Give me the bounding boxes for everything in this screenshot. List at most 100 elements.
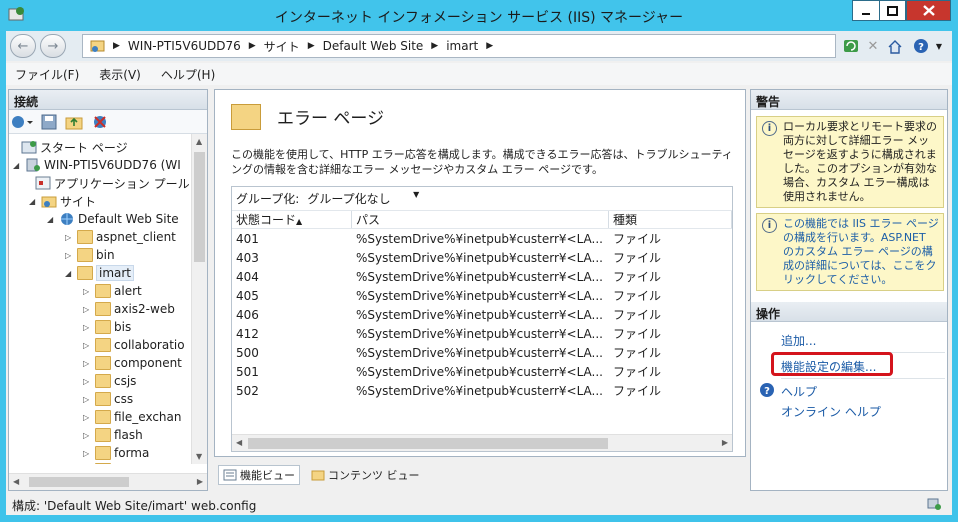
tree-horizontal-scrollbar[interactable]: ◀ ▶ — [9, 473, 207, 490]
scroll-down-icon[interactable]: ▼ — [196, 452, 202, 461]
column-header-status-code[interactable]: 状態コード▲ — [232, 211, 352, 228]
tree-item[interactable]: ▷ axis2-web — [83, 300, 175, 318]
expand-icon[interactable]: ▷ — [83, 323, 93, 332]
expand-icon[interactable]: ▷ — [83, 305, 93, 314]
tree-item[interactable]: ▷ file_exchan — [83, 408, 182, 426]
folder-icon — [95, 392, 111, 406]
tree-item[interactable]: ▷ bin — [65, 246, 115, 264]
divider — [781, 378, 945, 379]
collapse-icon[interactable]: ◢ — [65, 269, 75, 278]
tree-item[interactable]: ▷ csjs — [83, 372, 136, 390]
tree-item-selected[interactable]: ◢ imart — [65, 264, 135, 282]
expand-icon[interactable]: ▷ — [83, 449, 93, 458]
connect-icon[interactable] — [11, 114, 33, 130]
add-link[interactable]: 追加... — [781, 332, 816, 349]
stop-icon[interactable]: ✕ — [864, 37, 882, 55]
expand-icon[interactable]: ▷ — [83, 377, 93, 386]
expand-icon[interactable]: ▷ — [83, 431, 93, 440]
tree-item[interactable]: アプリケーション プール — [35, 174, 190, 192]
tree-item[interactable]: ▷ alert — [83, 282, 142, 300]
minimize-button[interactable] — [852, 0, 879, 21]
back-button[interactable]: ← — [10, 34, 36, 58]
refresh-icon[interactable] — [842, 37, 860, 55]
tree-item[interactable]: ▷ aspnet_client — [65, 228, 176, 246]
tree-item[interactable]: ▷ component — [83, 354, 182, 372]
up-folder-icon[interactable] — [65, 114, 83, 130]
scrollbar-thumb[interactable] — [248, 438, 608, 449]
scrollbar-thumb[interactable] — [194, 152, 205, 262]
table-row[interactable]: 403 %SystemDrive%¥inetpub¥custerr¥<LA... フ… — [232, 248, 732, 267]
menu-view[interactable]: 表示(V) — [99, 66, 141, 83]
menu-file[interactable]: ファイル(F) — [15, 66, 79, 83]
table-row[interactable]: 404 %SystemDrive%¥inetpub¥custerr¥<LA... フ… — [232, 267, 732, 286]
table-row[interactable]: 406 %SystemDrive%¥inetpub¥custerr¥<LA... フ… — [232, 305, 732, 324]
expand-icon[interactable]: ▷ — [83, 287, 93, 296]
scroll-left-icon[interactable]: ◀ — [13, 477, 19, 486]
groupby-select[interactable]: グループ化なし ▼ — [307, 190, 419, 207]
tree-item[interactable]: ◢ Default Web Site — [47, 210, 179, 228]
scroll-up-icon[interactable]: ▲ — [196, 137, 202, 146]
alert-aspnet-link[interactable]: i この機能では IIS エラー ページの構成を行います。ASP.NET のカス… — [756, 213, 944, 291]
help-link[interactable]: ヘルプ — [781, 383, 817, 400]
help-dropdown-icon[interactable]: ▼ — [930, 37, 948, 55]
tree-item[interactable]: ▷ css — [83, 390, 133, 408]
save-icon[interactable] — [41, 114, 57, 130]
title-bar: インターネット インフォメーション サービス (IIS) マネージャー — [0, 0, 958, 31]
expand-icon[interactable]: ▷ — [83, 413, 93, 422]
tree-item[interactable]: ◢ サイト — [29, 192, 96, 210]
table-row[interactable]: 405 %SystemDrive%¥inetpub¥custerr¥<LA... フ… — [232, 286, 732, 305]
column-header-type[interactable]: 種類 — [609, 211, 732, 228]
table-row[interactable]: 412 %SystemDrive%¥inetpub¥custerr¥<LA... フ… — [232, 324, 732, 343]
tab-content-view[interactable]: コンテンツ ビュー — [306, 465, 425, 485]
tree-item[interactable]: ▷ forma — [83, 444, 149, 462]
content-view-icon — [311, 470, 325, 481]
maximize-button[interactable] — [879, 0, 906, 21]
table-row[interactable]: 501 %SystemDrive%¥inetpub¥custerr¥<LA... フ… — [232, 362, 732, 381]
close-button[interactable] — [906, 0, 951, 21]
breadcrumb-default-web-site[interactable]: Default Web Site — [323, 39, 424, 53]
scroll-right-icon[interactable]: ▶ — [722, 438, 728, 447]
help-icon[interactable]: ? — [912, 37, 930, 55]
scroll-left-icon[interactable]: ◀ — [236, 438, 242, 447]
menu-help[interactable]: ヘルプ(H) — [161, 66, 215, 83]
tree-item[interactable]: ▷ flash — [83, 426, 143, 444]
tree-item[interactable]: ▷im_authz — [83, 461, 169, 464]
breadcrumb-separator-icon: ▶ — [248, 41, 256, 51]
scrollbar-thumb[interactable] — [29, 477, 129, 487]
folder-icon — [95, 338, 111, 352]
tree-item[interactable]: ▷ collaboratio — [83, 336, 185, 354]
tab-features-view[interactable]: 機能ビュー — [218, 465, 300, 485]
online-help-link[interactable]: オンライン ヘルプ — [781, 403, 881, 420]
table-row[interactable]: 500 %SystemDrive%¥inetpub¥custerr¥<LA... フ… — [232, 343, 732, 362]
home-icon[interactable] — [886, 37, 904, 55]
folder-icon — [77, 266, 93, 280]
collapse-icon[interactable]: ◢ — [47, 215, 57, 224]
tree-vertical-scrollbar[interactable]: ▲ ▼ — [191, 134, 207, 464]
collapse-icon[interactable]: ◢ — [29, 197, 39, 206]
folder-icon — [95, 320, 111, 334]
close-icon — [922, 5, 935, 16]
address-bar[interactable]: ▶ WIN-PTI5V6UDD76 ▶ サイト ▶ Default Web Si… — [82, 34, 836, 58]
forward-button[interactable]: → — [40, 34, 66, 58]
breadcrumb-separator-icon: ▶ — [431, 41, 439, 51]
server-icon — [26, 158, 40, 172]
dropdown-arrow-icon: ▼ — [413, 190, 420, 199]
column-header-path[interactable]: パス — [352, 211, 609, 228]
expand-icon[interactable]: ▷ — [83, 395, 93, 404]
scroll-right-icon[interactable]: ▶ — [197, 477, 203, 486]
breadcrumb-imart[interactable]: imart — [446, 39, 478, 53]
tree-item[interactable]: ▷ bis — [83, 318, 131, 336]
disconnect-icon[interactable] — [91, 114, 109, 130]
table-row[interactable]: 401 %SystemDrive%¥inetpub¥custerr¥<LA... フ… — [232, 229, 732, 248]
tree-item[interactable]: スタート ページ — [21, 138, 128, 156]
breadcrumb-server[interactable]: WIN-PTI5V6UDD76 — [128, 39, 241, 53]
collapse-icon[interactable]: ◢ — [13, 161, 23, 170]
grid-horizontal-scrollbar[interactable]: ◀ ▶ — [232, 434, 732, 451]
expand-icon[interactable]: ▷ — [65, 233, 75, 242]
table-row[interactable]: 502 %SystemDrive%¥inetpub¥custerr¥<LA... フ… — [232, 381, 732, 400]
expand-icon[interactable]: ▷ — [83, 359, 93, 368]
expand-icon[interactable]: ▷ — [83, 341, 93, 350]
breadcrumb-sites[interactable]: サイト — [264, 38, 300, 55]
expand-icon[interactable]: ▷ — [65, 251, 75, 260]
tree-item[interactable]: ◢ WIN-PTI5V6UDD76 (WI — [13, 156, 181, 174]
